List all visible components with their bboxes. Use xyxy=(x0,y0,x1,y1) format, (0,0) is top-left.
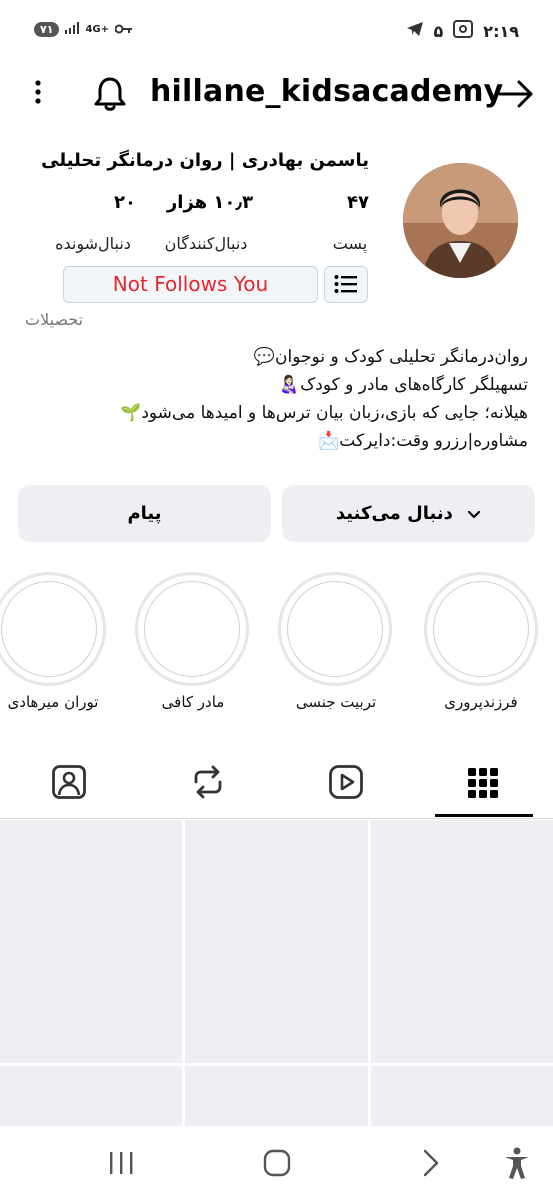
highlight-circle[interactable] xyxy=(424,572,538,686)
avatar[interactable] xyxy=(403,163,518,278)
highlight-circle[interactable] xyxy=(0,572,106,686)
screenshot-icon xyxy=(453,20,474,42)
notification-count: ۵ xyxy=(433,21,444,41)
accessibility-icon[interactable] xyxy=(503,1146,531,1184)
tab-divider xyxy=(0,818,553,819)
repost-icon xyxy=(190,765,226,804)
key-icon xyxy=(114,23,133,37)
post-thumbnail[interactable] xyxy=(185,1066,368,1126)
clock: ۲:۱۹ xyxy=(483,21,519,41)
tab-grid[interactable] xyxy=(466,766,500,800)
post-thumbnail[interactable] xyxy=(185,820,368,1063)
network-label: 4G+ xyxy=(85,24,109,35)
list-icon xyxy=(334,274,358,298)
recent-apps-icon[interactable] xyxy=(108,1150,134,1180)
tab-reposts[interactable] xyxy=(190,764,226,800)
posts-count: ۴۷ xyxy=(347,192,369,213)
profile-username: hillane_kidsacademy xyxy=(150,74,504,109)
list-menu-button[interactable] xyxy=(324,266,368,303)
not-follows-you-badge[interactable]: Not Follows You xyxy=(63,266,318,303)
status-bar: ۷۱ 4G+ ۵ ۲:۱۹ xyxy=(0,0,553,62)
active-tab-indicator xyxy=(435,814,533,817)
bio-line: هیلانه؛ جایی که بازی،زبان بیان ترس‌ها و … xyxy=(120,403,528,423)
highlight-label: توران میرهادی xyxy=(7,693,99,711)
chevron-down-icon xyxy=(467,486,481,543)
following-label: دنبال می‌کنید xyxy=(335,503,453,524)
followers-label[interactable]: دنبال‌کنندگان xyxy=(146,234,266,253)
profile-display-name: یاسمن بهادری | روان درمانگر تحلیلی xyxy=(41,150,369,171)
tab-tagged[interactable] xyxy=(51,764,87,800)
bio-line: روان‌درمانگر تحلیلی کودک و نوجوان💬 xyxy=(253,347,528,367)
highlight-label: فرزندپروری xyxy=(444,693,518,711)
system-nav-bar xyxy=(0,1126,553,1200)
status-left: ۷۱ 4G+ xyxy=(34,22,133,37)
back-arrow-icon[interactable] xyxy=(497,78,535,110)
post-thumbnail[interactable] xyxy=(0,1066,182,1126)
reels-icon xyxy=(328,765,364,804)
signal-icon xyxy=(65,22,80,37)
highlight-label: تربیت جنسی xyxy=(295,693,377,711)
highlight-circle[interactable] xyxy=(135,572,249,686)
status-right: ۵ ۲:۱۹ xyxy=(406,20,519,42)
more-options-icon[interactable] xyxy=(28,78,48,108)
message-button[interactable]: پیام xyxy=(18,485,271,542)
highlight-label: مادر کافی xyxy=(161,693,225,711)
following-count: ۲۰ xyxy=(114,192,136,213)
telegram-icon xyxy=(406,21,424,41)
post-thumbnail[interactable] xyxy=(0,820,182,1063)
battery-indicator: ۷۱ xyxy=(34,22,60,37)
back-nav-icon[interactable] xyxy=(420,1148,442,1182)
highlight-circle[interactable] xyxy=(278,572,392,686)
profile-bio: روان‌درمانگر تحلیلی کودک و نوجوان💬 تسهیل… xyxy=(28,343,528,455)
following-label: دنبال‌شونده xyxy=(55,234,131,253)
followers-count[interactable]: ۱۰٫۳ هزار xyxy=(150,192,270,213)
home-icon[interactable] xyxy=(263,1149,291,1181)
grid-icon xyxy=(466,768,500,804)
posts-label: پست xyxy=(332,234,368,253)
tagged-icon xyxy=(51,765,87,804)
bell-icon[interactable] xyxy=(92,75,128,113)
post-thumbnail[interactable] xyxy=(371,1066,553,1126)
education-link[interactable]: تحصیلات xyxy=(25,310,83,329)
tab-reels[interactable] xyxy=(328,764,364,800)
bio-line: تسهیلگر کارگاه‌های مادر و کودک👩🏻‍🍼 xyxy=(278,375,528,395)
bio-line: مشاوره|رزرو وقت:دایرکت📩 xyxy=(318,431,528,451)
post-thumbnail[interactable] xyxy=(371,820,553,1063)
following-button[interactable]: دنبال می‌کنید xyxy=(282,485,535,542)
